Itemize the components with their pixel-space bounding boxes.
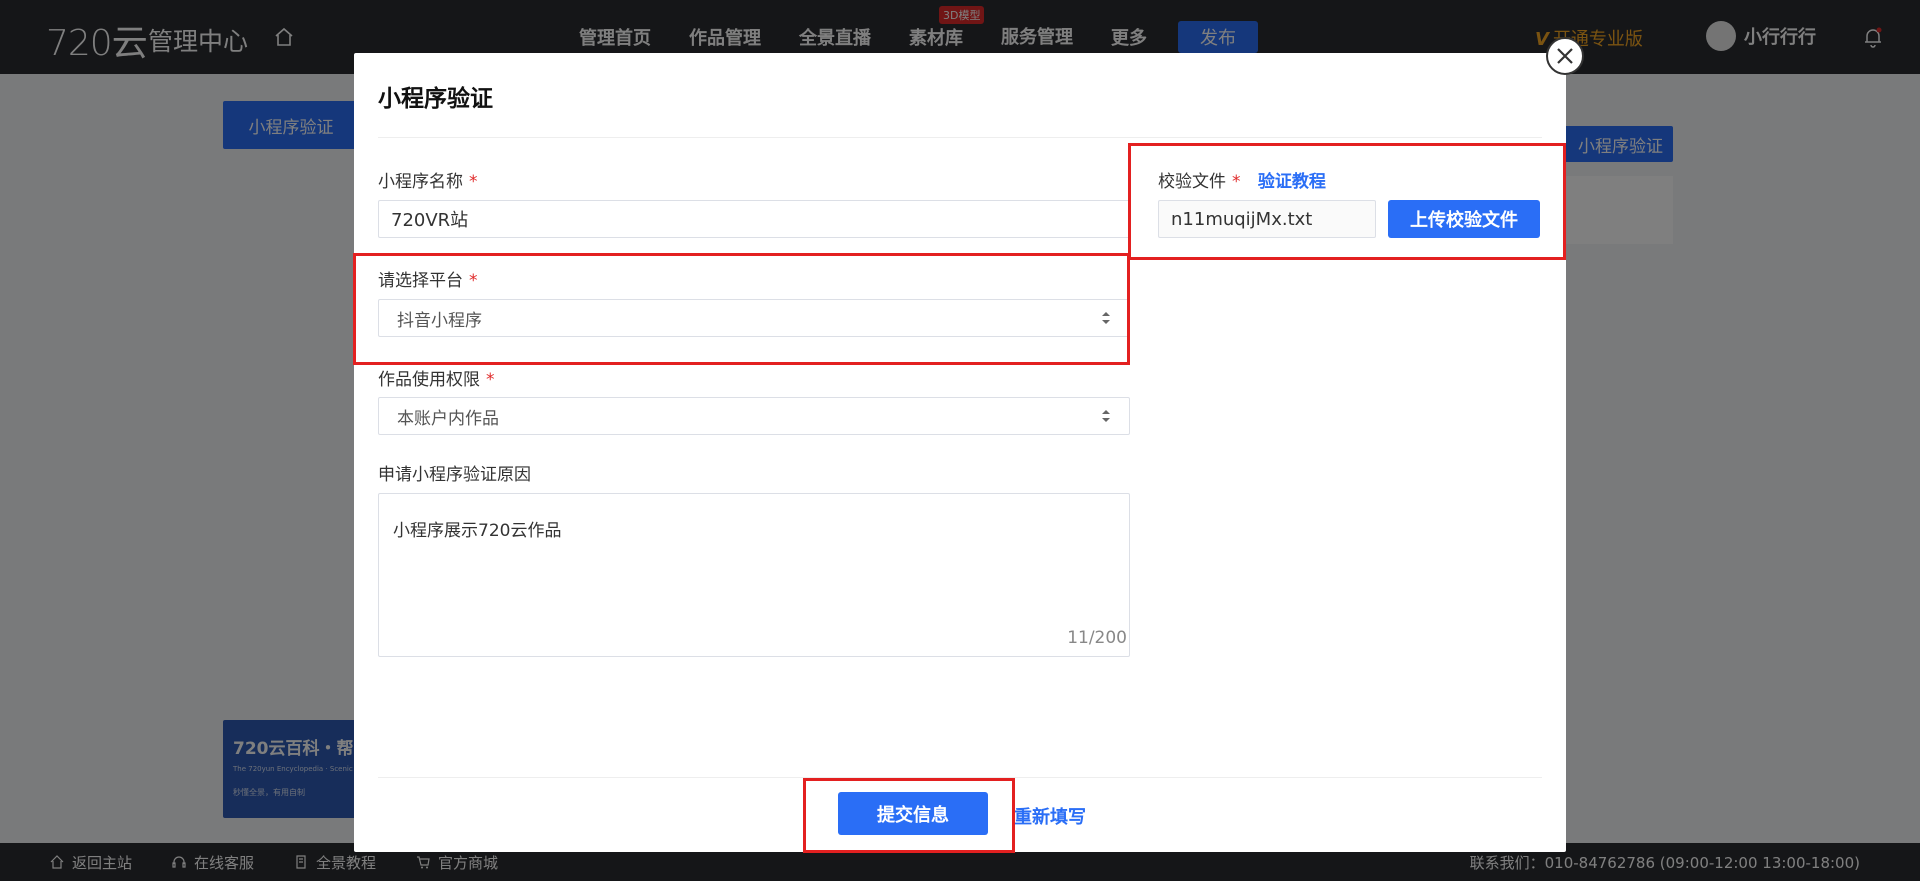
- dialog-divider: [378, 137, 1542, 138]
- verify-file-label: 校验文件 * 验证教程: [1158, 172, 1326, 192]
- required-mark: *: [469, 172, 478, 192]
- select-arrows-icon: [1102, 312, 1110, 324]
- permission-label: 作品使用权限 *: [378, 370, 495, 390]
- miniapp-verify-dialog: 小程序验证 小程序名称 * 720VR站 请选择平台 * 抖音小程序 作品使用权限 *…: [354, 53, 1566, 852]
- close-icon: [1557, 48, 1573, 64]
- verify-file-name: n11muqijMx.txt: [1158, 200, 1376, 238]
- tutorial-link[interactable]: 验证教程: [1258, 172, 1326, 192]
- char-counter: 11/200: [1067, 628, 1127, 648]
- required-mark: *: [469, 271, 478, 291]
- miniapp-name-input[interactable]: 720VR站: [378, 200, 1130, 238]
- select-arrows-icon: [1102, 410, 1110, 422]
- close-button[interactable]: [1546, 37, 1584, 75]
- reason-label: 申请小程序验证原因: [378, 465, 531, 485]
- reason-textarea[interactable]: 小程序展示720云作品 11/200: [378, 493, 1130, 657]
- upload-verify-file-button[interactable]: 上传校验文件: [1388, 200, 1540, 238]
- dialog-footer-divider: [378, 777, 1542, 778]
- platform-label: 请选择平台 *: [378, 271, 478, 291]
- miniapp-name-label: 小程序名称 *: [378, 172, 478, 192]
- dialog-title: 小程序验证: [378, 86, 493, 112]
- platform-select[interactable]: 抖音小程序: [378, 299, 1130, 337]
- required-mark: *: [1232, 172, 1241, 192]
- reset-button[interactable]: 重新填写: [1014, 803, 1086, 829]
- permission-select[interactable]: 本账户内作品: [378, 397, 1130, 435]
- submit-button[interactable]: 提交信息: [838, 792, 988, 835]
- required-mark: *: [486, 370, 495, 390]
